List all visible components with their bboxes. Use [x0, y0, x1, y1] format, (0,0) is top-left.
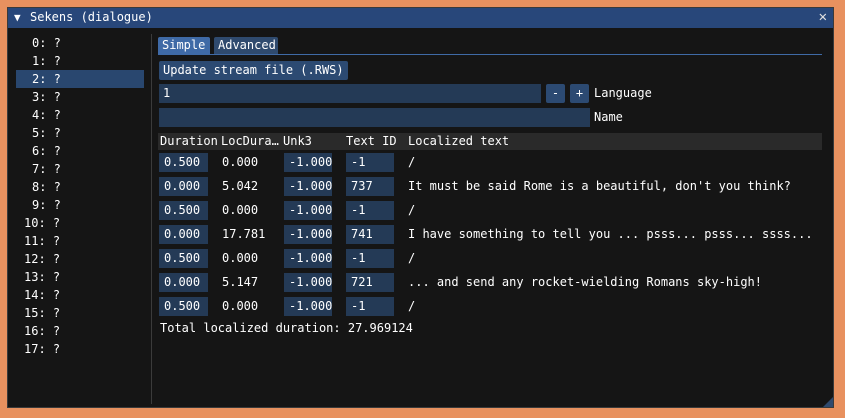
locduration-value: 0.000 — [222, 299, 259, 313]
unk3-input[interactable]: -1.000 — [284, 201, 332, 220]
tab-underline — [158, 54, 822, 55]
text-id-input[interactable]: 741 — [346, 225, 394, 244]
duration-input[interactable]: 0.000 — [159, 177, 208, 196]
text-id-input[interactable]: -1 — [346, 297, 394, 316]
header-duration[interactable]: Duration — [160, 133, 218, 150]
list-item[interactable]: 17: ? — [16, 340, 144, 358]
list-item[interactable]: 6: ? — [16, 142, 144, 160]
name-input[interactable] — [159, 108, 590, 127]
language-increment-button[interactable]: + — [570, 84, 589, 103]
unk3-input[interactable]: -1.000 — [284, 177, 332, 196]
localized-text: It must be said Rome is a beautiful, don… — [408, 179, 791, 193]
list-item[interactable]: 2: ? — [16, 70, 144, 88]
list-item[interactable]: 1: ? — [16, 52, 144, 70]
total-duration: Total localized duration: 27.969124 — [160, 321, 413, 335]
text-id-input[interactable]: -1 — [346, 201, 394, 220]
resize-grip-icon[interactable] — [823, 397, 833, 407]
list-item[interactable]: 0: ? — [16, 34, 144, 52]
locduration-value: 17.781 — [222, 227, 266, 241]
duration-input[interactable]: 0.500 — [159, 297, 208, 316]
tab-simple[interactable]: Simple — [158, 37, 210, 54]
language-decrement-button[interactable]: - — [546, 84, 565, 103]
locduration-value: 0.000 — [222, 251, 259, 265]
unk3-input[interactable]: -1.000 — [284, 249, 332, 268]
list-item[interactable]: 7: ? — [16, 160, 144, 178]
localized-text: / — [408, 299, 416, 313]
duration-input[interactable]: 0.500 — [159, 201, 208, 220]
text-id-input[interactable]: -1 — [346, 249, 394, 268]
duration-input[interactable]: 0.500 — [159, 153, 208, 172]
list-item[interactable]: 8: ? — [16, 178, 144, 196]
duration-input[interactable]: 0.500 — [159, 249, 208, 268]
unk3-input[interactable]: -1.000 — [284, 225, 332, 244]
header-locduration[interactable]: LocDura… — [221, 133, 279, 150]
header-unk3[interactable]: Unk3 — [283, 133, 312, 150]
text-id-input[interactable]: 737 — [346, 177, 394, 196]
update-stream-button[interactable]: Update stream file (.RWS) — [159, 61, 348, 80]
localized-text: / — [408, 251, 416, 265]
dialogue-window: ▼ Sekens (dialogue) ✕ 0: ? 1: ? 2: ? 3: ? 4:… — [7, 7, 834, 408]
localized-text: / — [408, 155, 416, 169]
list-item[interactable]: 5: ? — [16, 124, 144, 142]
text-id-input[interactable]: 721 — [346, 273, 394, 292]
panel-divider[interactable] — [151, 34, 152, 404]
language-label: Language — [594, 86, 652, 100]
locduration-value: 0.000 — [222, 203, 259, 217]
list-item[interactable]: 15: ? — [16, 304, 144, 322]
close-icon[interactable]: ✕ — [819, 9, 827, 25]
header-text-id[interactable]: Text ID — [346, 133, 397, 150]
list-item[interactable]: 4: ? — [16, 106, 144, 124]
localized-text: ... and send any rocket-wielding Romans … — [408, 275, 763, 289]
duration-input[interactable]: 0.000 — [159, 225, 208, 244]
collapse-arrow-icon[interactable]: ▼ — [14, 11, 21, 24]
list-item[interactable]: 11: ? — [16, 232, 144, 250]
sequence-list: 0: ? 1: ? 2: ? 3: ? 4: ? 5: ? 6: ? 7: ? 8: ? 9: ?… — [16, 34, 144, 356]
header-localized-text[interactable]: Localized text — [408, 133, 509, 150]
unk3-input[interactable]: -1.000 — [284, 273, 332, 292]
name-label: Name — [594, 110, 623, 124]
locduration-value: 0.000 — [222, 155, 259, 169]
list-item[interactable]: 13: ? — [16, 268, 144, 286]
localized-text: I have something to tell you ... psss...… — [408, 227, 813, 241]
duration-input[interactable]: 0.000 — [159, 273, 208, 292]
locduration-value: 5.147 — [222, 275, 259, 289]
list-item[interactable]: 12: ? — [16, 250, 144, 268]
list-item[interactable]: 9: ? — [16, 196, 144, 214]
title-bar[interactable]: ▼ Sekens (dialogue) ✕ — [8, 8, 833, 28]
unk3-input[interactable]: -1.000 — [284, 297, 332, 316]
localized-text: / — [408, 203, 416, 217]
unk3-input[interactable]: -1.000 — [284, 153, 332, 172]
table-header: Duration LocDura… Unk3 Text ID Localized… — [158, 133, 822, 150]
locduration-value: 5.042 — [222, 179, 259, 193]
language-input[interactable]: 1 — [159, 84, 541, 103]
list-item[interactable]: 14: ? — [16, 286, 144, 304]
list-item[interactable]: 10: ? — [16, 214, 144, 232]
window-title: Sekens (dialogue) — [30, 10, 153, 24]
list-item[interactable]: 16: ? — [16, 322, 144, 340]
list-item[interactable]: 3: ? — [16, 88, 144, 106]
tab-advanced[interactable]: Advanced — [214, 37, 278, 54]
text-id-input[interactable]: -1 — [346, 153, 394, 172]
